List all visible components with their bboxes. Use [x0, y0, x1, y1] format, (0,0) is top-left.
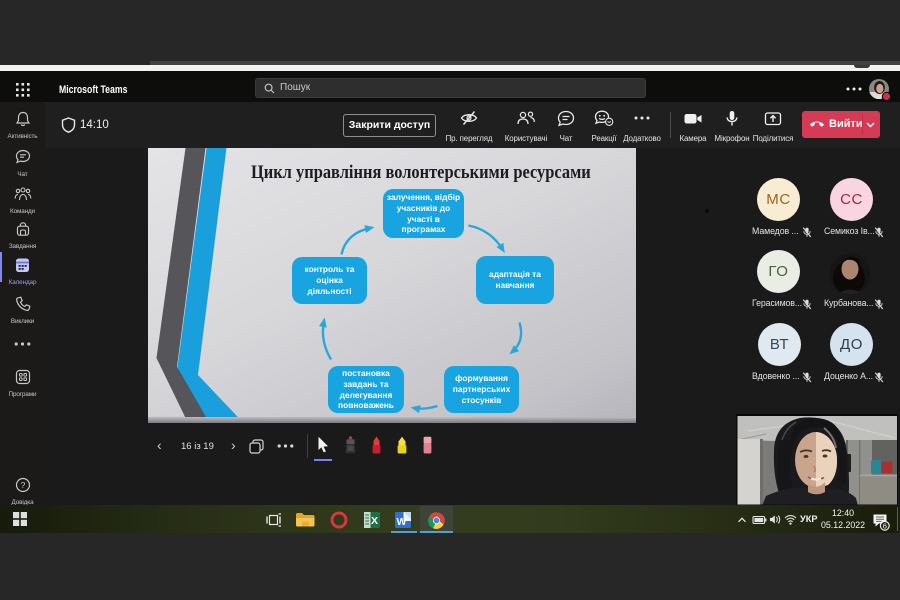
svg-text:W: W: [397, 516, 407, 528]
svg-text:X: X: [371, 515, 378, 527]
svg-text:6: 6: [883, 522, 887, 531]
svg-text:?: ?: [20, 480, 25, 490]
